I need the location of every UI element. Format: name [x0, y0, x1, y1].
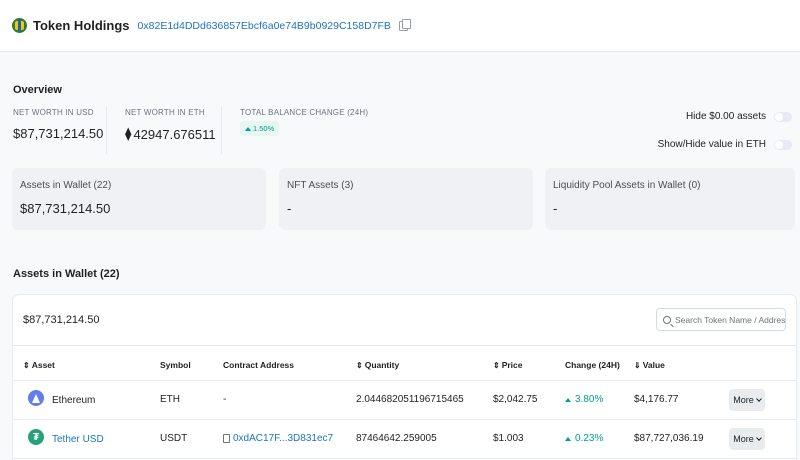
asset-change-value: 0.23% — [575, 433, 604, 444]
stat-divider — [106, 106, 107, 154]
net-worth-eth-value-wrap: ⧫ 42947.676511 — [125, 126, 216, 142]
asset-quantity: 2.044682051196715465 — [356, 394, 464, 405]
asset-change: 0.23% — [565, 433, 603, 444]
chevron-down-icon — [755, 396, 762, 402]
asset-name: Ethereum — [52, 394, 96, 406]
column-value-label: Value — [642, 360, 665, 370]
caret-up-icon — [245, 126, 251, 131]
token-holdings-logo-icon — [12, 18, 27, 33]
contract-address-link[interactable]: 0xdAC17F...3D831ec7 — [233, 433, 333, 444]
liquidity-pool-card[interactable]: Liquidity Pool Assets in Wallet (0) - — [545, 168, 795, 230]
column-quantity[interactable]: ⇕ Quantity — [356, 360, 399, 370]
asset-quantity: 87464642.259005 — [356, 433, 437, 444]
nft-assets-card[interactable]: NFT Assets (3) - — [279, 168, 533, 230]
asset-contract: - — [223, 394, 227, 405]
asset-cell: ₮ Tether USD — [28, 429, 104, 447]
asset-symbol: USDT — [160, 433, 188, 444]
asset-contract: 0xdAC17F...3D831ec7 — [223, 433, 333, 444]
more-button[interactable]: More — [729, 428, 765, 450]
column-quantity-label: Quantity — [364, 360, 400, 370]
asset-value: $87,727,036.19 — [634, 433, 704, 444]
tether-icon: ₮ — [28, 429, 44, 445]
assets-total-value: $87,731,214.50 — [23, 314, 100, 326]
assets-in-wallet-card[interactable]: Assets in Wallet (22) $87,731,214.50 — [12, 168, 266, 230]
copy-icon[interactable] — [398, 18, 411, 31]
column-price-label: Price — [501, 360, 523, 370]
sort-icon: ⇕ — [356, 360, 363, 370]
overview-title: Overview — [13, 84, 62, 96]
net-worth-usd-value: $87,731,214.50 — [13, 126, 104, 141]
net-worth-eth-label: NET WORTH IN ETH — [125, 108, 205, 117]
show-eth-label: Show/Hide value in ETH — [657, 139, 766, 150]
balance-change-badge: 1.50% — [240, 121, 280, 136]
card-label: Assets in Wallet (22) — [20, 180, 112, 191]
more-button-label: More — [733, 434, 754, 444]
sort-icon: ⇕ — [493, 360, 500, 370]
net-worth-eth: NET WORTH IN ETH ⧫ 42947.676511 — [125, 108, 216, 142]
net-worth-usd-label: NET WORTH IN USD — [13, 108, 94, 117]
sort-icon: ⇕ — [23, 360, 30, 370]
wallet-address-link[interactable]: 0x82E1d4DDd636857Ebcf6a0e74B9b0929C158D7… — [138, 20, 391, 32]
token-search-input[interactable] — [675, 314, 785, 325]
stat-divider — [221, 106, 222, 154]
asset-price: $1.003 — [493, 433, 524, 444]
hide-zero-switch[interactable] — [774, 111, 792, 122]
show-eth-switch[interactable] — [774, 139, 792, 150]
net-worth-eth-value: 42947.676511 — [133, 126, 216, 142]
column-change: Change (24H) — [565, 360, 620, 370]
card-value: - — [287, 201, 292, 216]
card-value: - — [553, 201, 558, 216]
asset-name-link[interactable]: Tether USD — [52, 434, 104, 445]
ethereum-icon: ⧫ — [125, 126, 132, 141]
search-icon — [663, 315, 671, 324]
assets-table-panel: $87,731,214.50 ⇕ Asset Symbol Contract A… — [12, 294, 797, 460]
table-row: Ethereum ETH - 2.044682051196715465 $2,0… — [13, 381, 796, 420]
column-asset-label: Asset — [31, 360, 55, 370]
card-label: Liquidity Pool Assets in Wallet (0) — [553, 180, 701, 191]
net-worth-usd: NET WORTH IN USD $87,731,214.50 — [13, 108, 103, 141]
column-value[interactable]: ⇓ Value — [634, 360, 665, 370]
ethereum-icon — [28, 390, 44, 406]
balance-change-label: TOTAL BALANCE CHANGE (24H) — [240, 108, 369, 117]
asset-change-value: 3.80% — [575, 394, 604, 405]
table-row: ₮ Tether USD USDT 0xdAC17F...3D831ec7 87… — [13, 420, 796, 459]
column-price[interactable]: ⇕ Price — [493, 360, 523, 370]
asset-cell: Ethereum — [28, 390, 96, 408]
show-eth-toggle-row: Show/Hide value in ETH — [658, 139, 792, 150]
asset-symbol: ETH — [160, 394, 180, 405]
column-asset[interactable]: ⇕ Asset — [23, 360, 55, 370]
token-search-box[interactable] — [656, 308, 786, 331]
column-contract: Contract Address — [223, 360, 295, 370]
caret-up-icon — [565, 436, 571, 441]
page-title: Token Holdings — [33, 18, 130, 33]
table-header: ⇕ Asset Symbol Contract Address ⇕ Quanti… — [13, 345, 796, 381]
asset-value: $4,176.77 — [634, 394, 679, 405]
more-button[interactable]: More — [729, 389, 765, 411]
hide-zero-label: Hide $0.00 assets — [685, 111, 766, 122]
asset-price: $2,042.75 — [493, 394, 538, 405]
chevron-down-icon — [755, 435, 762, 441]
assets-section-title: Assets in Wallet (22) — [13, 268, 120, 280]
file-icon — [223, 434, 230, 443]
card-label: NFT Assets (3) — [287, 180, 354, 191]
sort-desc-icon: ⇓ — [634, 360, 641, 370]
more-button-label: More — [733, 395, 754, 405]
card-value: $87,731,214.50 — [20, 201, 111, 216]
asset-change: 3.80% — [565, 394, 603, 405]
page-header: Token Holdings 0x82E1d4DDd636857Ebcf6a0e… — [0, 0, 800, 52]
total-balance-change: TOTAL BALANCE CHANGE (24H) 1.50% — [240, 108, 368, 136]
column-symbol: Symbol — [160, 360, 191, 370]
hide-zero-toggle-row: Hide $0.00 assets — [686, 111, 792, 122]
balance-change-value: 1.50% — [253, 124, 275, 133]
caret-up-icon — [565, 397, 571, 402]
